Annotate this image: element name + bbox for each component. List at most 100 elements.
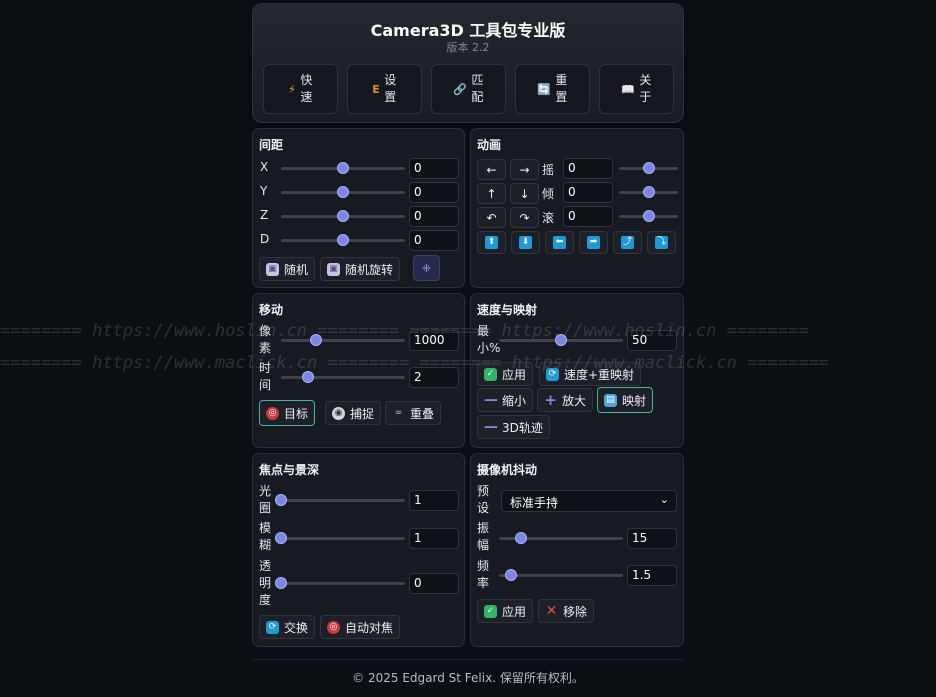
roll-ccw-button[interactable]: ↶ — [477, 207, 506, 228]
curve-down-icon: ⤵ — [655, 236, 668, 249]
pan-left-button[interactable]: ← — [477, 159, 506, 180]
y-slider-thumb[interactable] — [337, 186, 349, 198]
arrow-right-icon: ➡ — [587, 236, 600, 249]
roll-slider[interactable] — [619, 210, 678, 222]
move-left-button[interactable]: ⬅ — [545, 231, 574, 254]
speed-apply-button[interactable]: ✓ 应用 — [477, 362, 534, 386]
opacity-slider[interactable] — [275, 577, 405, 589]
speed-remap-button[interactable]: ⟳ 速度+重映射 — [539, 362, 642, 386]
d-input[interactable]: 0 — [409, 230, 459, 251]
time-slider-thumb[interactable] — [302, 371, 315, 383]
swap-button[interactable]: ⟳ 交换 — [259, 615, 316, 639]
map-button[interactable]: ▤ 映射 — [597, 387, 654, 413]
blur-slider-thumb[interactable] — [275, 532, 287, 544]
y-input[interactable]: 0 — [409, 182, 459, 203]
amplitude-slider[interactable] — [499, 532, 623, 544]
opacity-input[interactable]: 0 — [409, 573, 459, 594]
check-icon: ✓ — [484, 604, 497, 618]
aperture-input[interactable]: 1 — [409, 490, 459, 511]
enlarge-button[interactable]: + 放大 — [537, 388, 594, 412]
shrink-button[interactable]: — 缩小 — [477, 388, 534, 412]
pan-slider-thumb[interactable] — [642, 162, 655, 174]
x-slider[interactable] — [281, 162, 405, 174]
x-input[interactable]: 0 — [409, 158, 459, 179]
z-slider-thumb[interactable] — [337, 210, 349, 222]
d-slider[interactable] — [281, 234, 405, 246]
curve-up-button[interactable]: ⤴ — [613, 231, 642, 254]
check-icon: ✓ — [484, 367, 497, 381]
overlap-button[interactable]: ∞ 重叠 — [385, 401, 442, 425]
pan-input[interactable]: 0 — [563, 158, 613, 179]
capture-button[interactable]: ◉ 捕捉 — [325, 401, 382, 425]
roll-cw-button[interactable]: ↷ — [510, 207, 539, 228]
speed-remap-label: 速度+重映射 — [564, 367, 635, 382]
random-button[interactable]: ▣ 随机 — [259, 257, 316, 281]
arrow-down-icon: ⬇ — [519, 236, 532, 249]
time-slider[interactable] — [281, 371, 405, 383]
move-down-button[interactable]: ⬇ — [511, 231, 540, 254]
amplitude-input[interactable]: 15 — [627, 528, 677, 549]
track-3d-button[interactable]: — 3D轨迹 — [477, 415, 550, 439]
quick-button[interactable]: ⚡ 快速 — [263, 64, 338, 114]
tilt-slider-thumb[interactable] — [642, 186, 655, 198]
chevron-down-icon: ⌄ — [659, 493, 669, 506]
min-percent-slider-thumb[interactable] — [555, 334, 567, 346]
x-slider-thumb[interactable] — [337, 162, 349, 174]
move-up-button[interactable]: ⬆ — [477, 231, 506, 254]
target-label: 目标 — [284, 406, 309, 421]
time-input[interactable]: 2 — [409, 367, 459, 388]
remove-button[interactable]: ✕ 移除 — [538, 599, 595, 623]
opacity-slider-thumb[interactable] — [275, 577, 287, 589]
pixels-slider[interactable] — [281, 334, 405, 346]
move-right-button[interactable]: ➡ — [579, 231, 608, 254]
x-label: X — [260, 160, 269, 174]
aperture-slider[interactable] — [275, 494, 405, 506]
tilt-input[interactable]: 0 — [563, 182, 613, 203]
pan-label: 摇 — [542, 163, 555, 177]
roll-slider-thumb[interactable] — [642, 210, 655, 222]
crosshair-button[interactable]: ⁜ — [413, 255, 440, 281]
book-icon: 📖 — [621, 82, 635, 96]
min-percent-label: 最小% — [477, 324, 501, 355]
y-slider[interactable] — [281, 186, 405, 198]
tilt-slider[interactable] — [619, 186, 678, 198]
match-button[interactable]: 🔗 匹配 — [431, 64, 506, 114]
autofocus-button[interactable]: ◎ 自动对焦 — [320, 615, 401, 639]
curve-down-button[interactable]: ⤵ — [647, 231, 676, 254]
frequency-input[interactable]: 1.5 — [627, 565, 677, 586]
tilt-down-button[interactable]: ↓ — [510, 183, 539, 204]
frequency-slider[interactable] — [499, 569, 623, 581]
pixels-input[interactable]: 1000 — [409, 330, 459, 351]
tilt-up-button[interactable]: ↑ — [477, 183, 506, 204]
frequency-slider-thumb[interactable] — [505, 569, 518, 581]
reset-button[interactable]: 🔄 重置 — [515, 64, 590, 114]
about-button[interactable]: 📖 关于 — [599, 64, 674, 114]
shake-apply-button[interactable]: ✓ 应用 — [477, 599, 534, 623]
blur-slider[interactable] — [275, 532, 405, 544]
random-rotate-button[interactable]: ▣ 随机旋转 — [320, 257, 401, 281]
preset-select[interactable]: 标准手持 ⌄ — [501, 490, 677, 512]
z-input[interactable]: 0 — [409, 206, 459, 227]
autofocus-label: 自动对焦 — [345, 620, 394, 635]
close-icon: ✕ — [545, 602, 558, 619]
arrow-up-icon: ↑ — [486, 186, 497, 201]
roll-input[interactable]: 0 — [563, 206, 613, 227]
settings-icon: E — [372, 82, 380, 96]
reset-label: 重置 — [555, 73, 568, 104]
aperture-slider-thumb[interactable] — [275, 494, 287, 506]
target-button[interactable]: ◎ 目标 — [259, 400, 316, 426]
z-slider[interactable] — [281, 210, 405, 222]
amplitude-slider-thumb[interactable] — [515, 532, 528, 544]
swap-label: 交换 — [284, 620, 309, 635]
rotate-cw-icon: ↷ — [519, 210, 530, 225]
settings-button[interactable]: E 设置 — [347, 64, 422, 114]
curve-up-icon: ⤴ — [621, 236, 634, 249]
min-percent-input[interactable]: 50 — [627, 330, 677, 351]
target-icon: ◎ — [266, 406, 279, 420]
blur-input[interactable]: 1 — [409, 528, 459, 549]
pan-slider[interactable] — [619, 162, 678, 174]
pixels-slider-thumb[interactable] — [309, 334, 322, 346]
d-slider-thumb[interactable] — [337, 234, 349, 246]
min-percent-slider[interactable] — [499, 334, 623, 346]
pan-right-button[interactable]: → — [510, 159, 539, 180]
